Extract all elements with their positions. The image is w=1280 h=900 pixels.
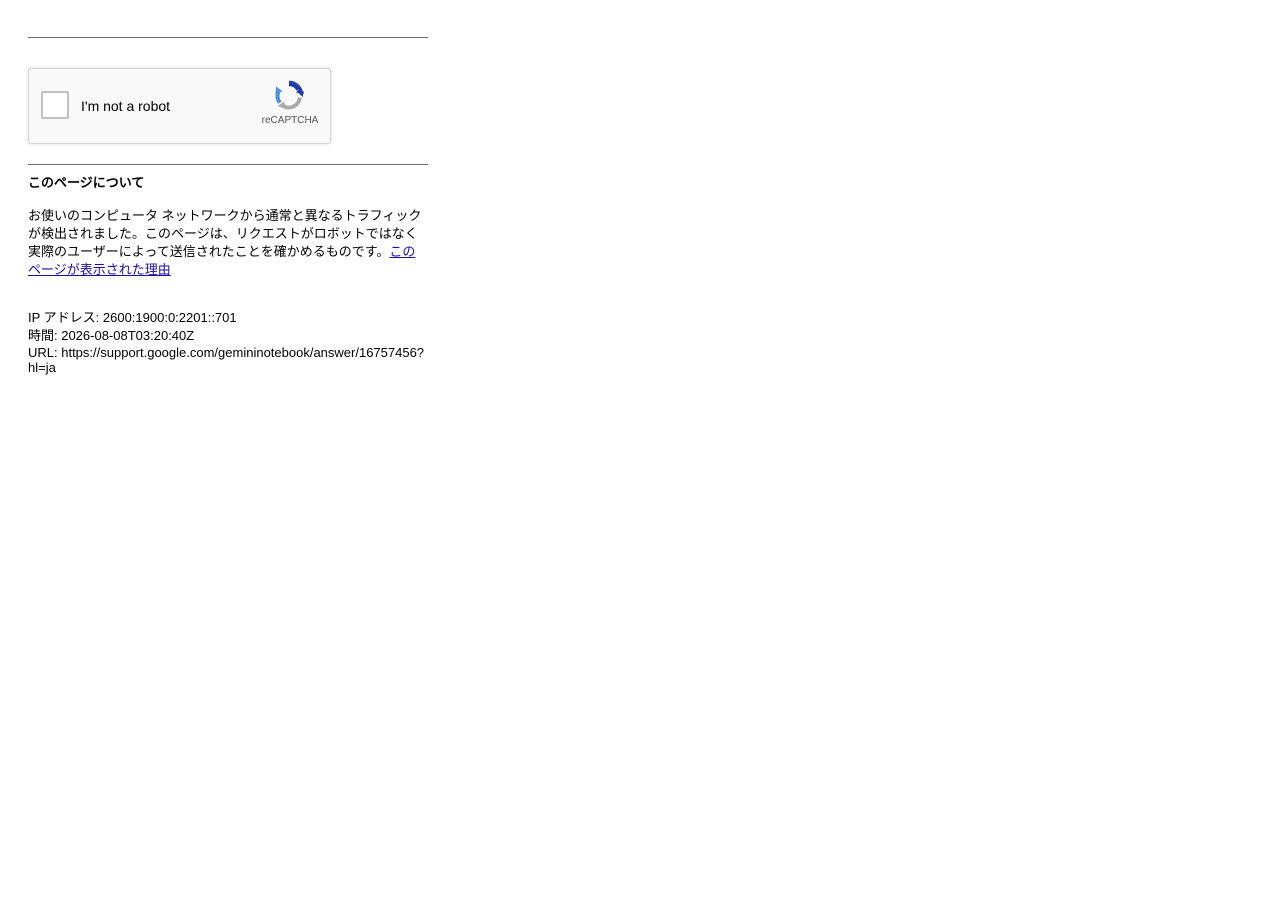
timestamp: 時間: 2026-08-08T03:20:40Z [28, 328, 195, 343]
recaptcha-brand[interactable]: reCAPTCHA [251, 115, 329, 126]
about-description: お使いのコンピュータ ネットワークから通常と異なるトラフィックが検出されました。… [28, 208, 422, 259]
about-text: お使いのコンピュータ ネットワークから通常と異なるトラフィックが検出されました。… [28, 207, 424, 279]
top-divider [28, 37, 428, 38]
recaptcha-logo-icon [275, 80, 304, 110]
recaptcha-label[interactable]: I'm not a robot [81, 98, 170, 114]
request-url: URL: https://support.google.com/geminino… [28, 345, 425, 375]
ip-address: IP アドレス: 2600:1900:0:2201::701 [28, 310, 237, 325]
middle-divider [28, 164, 428, 165]
about-heading: このページについて [28, 175, 145, 190]
recaptcha-checkbox[interactable] [41, 91, 69, 119]
recaptcha-widget: I'm not a robot reCAPTCHA [28, 68, 331, 144]
request-info: IP アドレス: 2600:1900:0:2201::701 時間: 2026-… [28, 309, 428, 375]
